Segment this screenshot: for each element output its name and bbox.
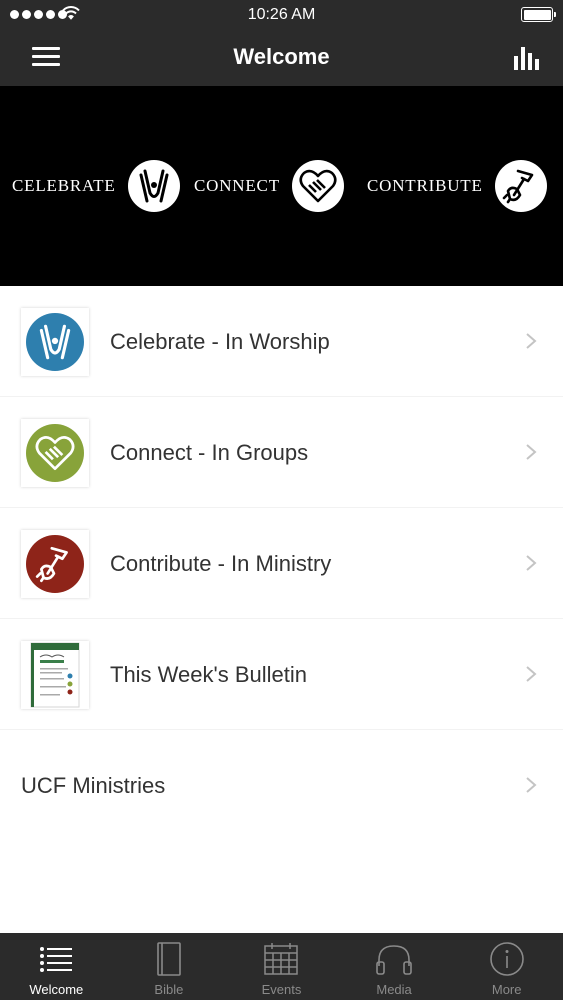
tab-label: Events [261,982,302,997]
banner-contribute: CONTRIBUTE [367,160,547,212]
thumbnail [21,419,89,487]
list-item-label: UCF Ministries [21,773,166,798]
chevron-right-icon [526,666,537,682]
menu-list: Celebrate - In Worship Connect - In Grou… [0,286,563,841]
hammer-hand-icon [26,535,84,593]
status-bar: 10:26 AM [0,0,563,30]
tab-events[interactable]: Events [225,933,338,1000]
welcome-banner: CELEBRATE CONNECT CONTRIBUTE [0,86,563,286]
tab-label: Media [376,982,412,997]
banner-label: CELEBRATE [12,176,116,195]
tab-media[interactable]: Media [338,933,451,1000]
tab-bar: Welcome Bible Events Media More [0,933,563,1000]
tab-label: Bible [154,982,184,997]
hammer-hand-icon [494,160,547,212]
tab-label: More [491,982,522,997]
banner-label: CONNECT [194,176,280,195]
tab-welcome[interactable]: Welcome [0,933,113,1000]
tab-label: Welcome [29,982,84,997]
chevron-right-icon [526,333,537,349]
list-item-connect[interactable]: Connect - In Groups [0,397,563,508]
tab-bible[interactable]: Bible [113,933,226,1000]
battery-icon [521,7,556,22]
list-icon [36,941,76,977]
list-item-bulletin[interactable]: This Week's Bulletin [0,619,563,730]
thumbnail [21,641,89,709]
book-icon [149,941,189,977]
list-item-contribute[interactable]: Contribute - In Ministry [0,508,563,619]
banner-celebrate: CELEBRATE [12,160,180,212]
raised-hands-icon [26,313,84,371]
list-item-celebrate[interactable]: Celebrate - In Worship [0,286,563,397]
nav-bar: Welcome [0,30,563,86]
banner-label: CONTRIBUTE [367,176,483,195]
info-icon [487,941,527,977]
list-item-ucf-ministries[interactable]: UCF Ministries [0,730,563,841]
calendar-icon [261,941,301,977]
banner-connect: CONNECT [194,160,344,212]
chevron-right-icon [526,444,537,460]
chevron-right-icon [526,777,537,793]
list-item-label: This Week's Bulletin [110,662,307,687]
page-title: Welcome [233,44,330,69]
thumbnail [21,530,89,598]
bulletin-document-icon [30,642,80,708]
list-item-label: Celebrate - In Worship [110,329,330,354]
list-item-label: Connect - In Groups [110,440,309,465]
handshake-heart-icon [26,424,84,482]
list-item-label: Contribute - In Ministry [110,551,332,576]
bar-chart-icon[interactable] [513,45,541,71]
handshake-heart-icon [291,160,344,212]
raised-hands-icon [127,160,180,212]
tab-more[interactable]: More [450,933,563,1000]
thumbnail [21,308,89,376]
status-time: 10:26 AM [247,6,316,23]
chevron-right-icon [526,555,537,571]
headphones-icon [374,941,414,977]
